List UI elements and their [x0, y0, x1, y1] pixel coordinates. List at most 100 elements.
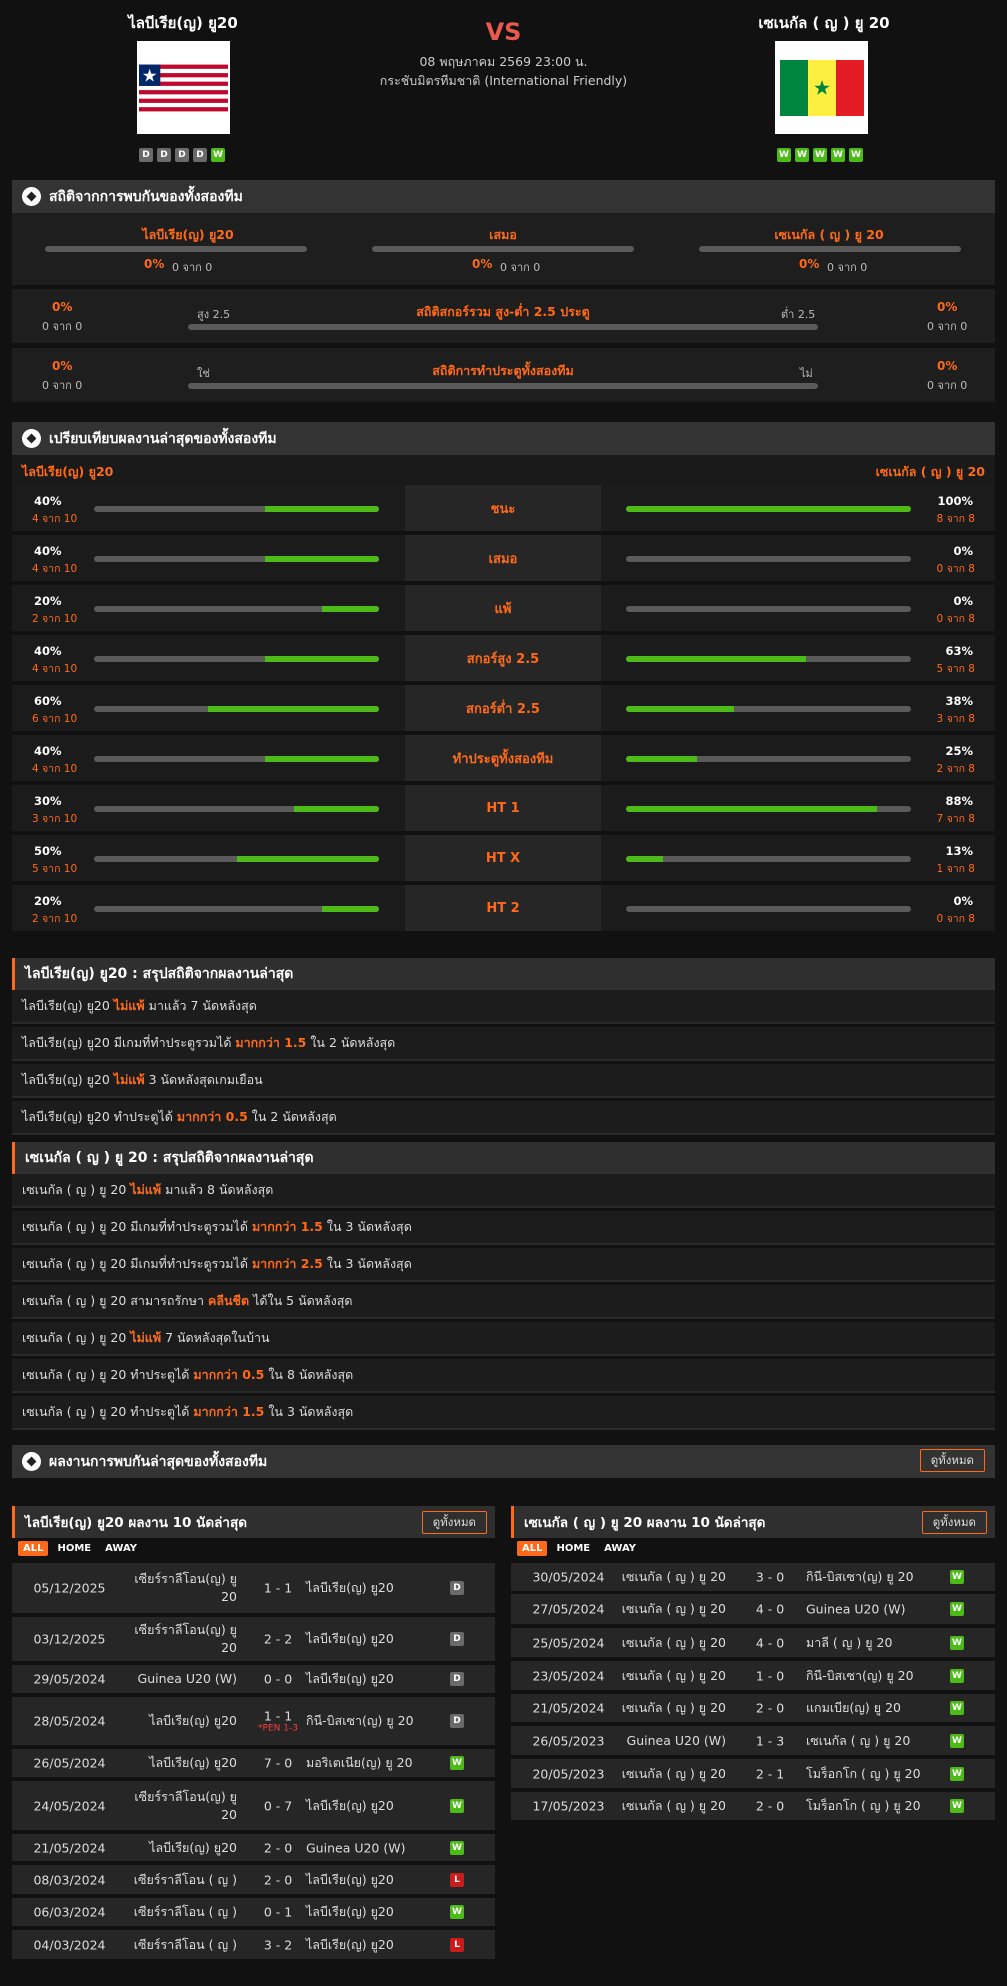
- away-stat-bar: [626, 656, 911, 662]
- match-home-team[interactable]: เซียร์ราลีโอน ( ญ ): [127, 1935, 237, 1953]
- form-badge: W: [831, 148, 845, 162]
- match-home-team[interactable]: Guinea U20 (W): [616, 1731, 726, 1749]
- stat-label: ชนะ: [405, 485, 601, 531]
- away-see-all-button[interactable]: ดูทั้งหมด: [921, 1511, 987, 1534]
- match-row[interactable]: 04/03/2024 เซียร์ราลีโอน ( ญ ) 3 - 2 ไลบีเร…: [12, 1930, 495, 1961]
- result-badge: W: [950, 1701, 964, 1715]
- match-away-team[interactable]: มาลี ( ญ ) ยู 20: [806, 1633, 892, 1653]
- match-away-team[interactable]: กินี-บิสเซา(ญ) ยู 20: [306, 1711, 414, 1731]
- match-home-team[interactable]: เซเนกัล ( ญ ) ยู 20: [616, 1666, 726, 1684]
- h2h-see-all-button[interactable]: ดูทั้งหมด: [919, 1449, 985, 1472]
- compare-home-team[interactable]: ไลบีเรีย(ญ) ยู20: [22, 462, 113, 482]
- away-stat-bar-fill: [626, 506, 911, 512]
- match-away-team[interactable]: โมร็อกโก ( ญ ) ยู 20: [806, 1796, 921, 1816]
- tab-home[interactable]: HOME: [551, 1541, 595, 1556]
- match-home-team[interactable]: เซียร์ราลีโอน ( ญ ): [127, 1870, 237, 1888]
- match-row[interactable]: 30/05/2024 เซเนกัล ( ญ ) ยู 20 3 - 0 กินี-บ…: [511, 1563, 995, 1593]
- home-stat-pct: 50%: [34, 844, 62, 858]
- match-away-team[interactable]: กินี-บิสเซา(ญ) ยู 20: [806, 1567, 914, 1587]
- match-away-team[interactable]: Guinea U20 (W): [306, 1840, 405, 1855]
- match-row[interactable]: 21/05/2024 ไลบีเรีย(ญ) ยู20 2 - 0 Guinea U2…: [12, 1834, 495, 1863]
- match-home-team[interactable]: Guinea U20 (W): [127, 1670, 237, 1688]
- match-home-team[interactable]: เซียร์ราลีโอน(ญ) ยู 20: [127, 1787, 237, 1823]
- match-row[interactable]: 27/05/2024 เซเนกัล ( ญ ) ยู 20 4 - 0 Guinea…: [511, 1594, 995, 1626]
- home-stat-bar: [94, 856, 379, 862]
- match-home-team[interactable]: ไลบีเรีย(ญ) ยู20: [127, 1712, 237, 1730]
- away-stat-count: 7 จาก 8: [936, 813, 975, 825]
- result-badge: W: [450, 1840, 464, 1855]
- summary-highlight: มากกว่า 2.5: [251, 1256, 323, 1271]
- away-form-badges: WWWWW: [777, 148, 863, 162]
- match-row[interactable]: 26/05/2024 ไลบีเรีย(ญ) ยู20 7 - 0 มอริเตเนี…: [12, 1749, 495, 1779]
- home-stat-bar-fill: [265, 656, 379, 662]
- compare-row: 60% 6 จาก 10 สกอร์ต่ำ 2.5 38% 3 จาก 8: [12, 685, 995, 733]
- match-away-team[interactable]: แกมเบีย(ญ) ยู 20: [806, 1698, 901, 1718]
- match-home-team[interactable]: เซเนกัล ( ญ ) ยู 20: [616, 1568, 726, 1586]
- stat-label: แพ้: [405, 585, 601, 631]
- match-away-team[interactable]: ไลบีเรีย(ญ) ยู20: [306, 1935, 394, 1955]
- match-away-team[interactable]: ไลบีเรีย(ญ) ยู20: [306, 1902, 394, 1922]
- match-home-team[interactable]: เซเนกัล ( ญ ) ยู 20: [616, 1600, 726, 1618]
- ou-title: สถิติสกอร์รวม สูง-ต่ำ 2.5 ประตู: [416, 304, 590, 319]
- match-away-team[interactable]: ไลบีเรีย(ญ) ยู20: [306, 1796, 394, 1816]
- summary-row: ไลบีเรีย(ญ) ยู20 มีเกมที่ทำประตูรวมได้ ม…: [12, 1027, 995, 1061]
- summary-row: ไลบีเรีย(ญ) ยู20 ทำประตูได้ มากกว่า 0.5 …: [12, 1101, 995, 1135]
- match-row[interactable]: 20/05/2023 เซเนกัล ( ญ ) ยู 20 2 - 1 โมร็อก…: [511, 1759, 995, 1790]
- result-badge: W: [950, 1570, 964, 1584]
- match-home-team[interactable]: ไลบีเรีย(ญ) ยู20: [127, 1754, 237, 1772]
- match-row[interactable]: 05/12/2025 เซียร์ราลีโอน(ญ) ยู 20 1 - 1 ไลบ…: [12, 1563, 495, 1615]
- match-row[interactable]: 26/05/2023 Guinea U20 (W) 1 - 3 เซเนกัล ( ญ…: [511, 1726, 995, 1757]
- match-row[interactable]: 17/05/2023 เซเนกัล ( ญ ) ยู 20 2 - 0 โมร็อก…: [511, 1792, 995, 1822]
- summary-row: ไลบีเรีย(ญ) ยู20 ไม่แพ้ 3 นัดหลังสุดเกมเ…: [12, 1064, 995, 1098]
- match-away-team[interactable]: กินี-บิสเซา(ญ) ยู 20: [806, 1666, 914, 1686]
- match-away-team[interactable]: ไลบีเรีย(ญ) ยู20: [306, 1629, 394, 1649]
- compare-away-team[interactable]: เซเนกัล ( ญ ) ยู 20: [876, 462, 985, 482]
- match-row[interactable]: 23/05/2024 เซเนกัล ( ญ ) ยู 20 1 - 0 กินี-บ…: [511, 1661, 995, 1692]
- stat-label: HT 1: [405, 785, 601, 831]
- home-summary-header: ไลบีเรีย(ญ) ยู20 : สรุปสถิติจากผลงานล่าส…: [12, 958, 995, 990]
- home-stat-bar: [94, 906, 379, 912]
- match-row[interactable]: 24/05/2024 เซียร์ราลีโอน(ญ) ยู 20 0 - 7 ไลบ…: [12, 1781, 495, 1832]
- match-away-team[interactable]: ไลบีเรีย(ญ) ยู20: [306, 1578, 394, 1598]
- match-row[interactable]: 25/05/2024 เซเนกัล ( ญ ) ยู 20 4 - 0 มาลี (…: [511, 1628, 995, 1659]
- tab-away[interactable]: AWAY: [100, 1541, 142, 1556]
- match-row[interactable]: 29/05/2024 Guinea U20 (W) 0 - 0 ไลบีเรีย(ญ)…: [12, 1665, 495, 1695]
- away-team-flag[interactable]: [775, 41, 868, 134]
- match-home-team[interactable]: ไลบีเรีย(ญ) ยู20: [127, 1838, 237, 1856]
- summary-text: มาแล้ว 8 นัดหลังสุด: [161, 1182, 274, 1197]
- match-home-team[interactable]: เซียร์ราลีโอน(ญ) ยู 20: [127, 1570, 237, 1606]
- match-away-team[interactable]: ไลบีเรีย(ญ) ยู20: [306, 1870, 394, 1890]
- h2h-over-under-panel: 0% 0 จาก 0 สูง 2.5 สถิติสกอร์รวม สูง-ต่ำ…: [12, 289, 995, 343]
- match-row[interactable]: 08/03/2024 เซียร์ราลีโอน ( ญ ) 2 - 0 ไลบีเร…: [12, 1865, 495, 1896]
- match-row[interactable]: 28/05/2024 ไลบีเรีย(ญ) ยู20 1 - 1 *PEN 1-3 ก…: [12, 1697, 495, 1747]
- match-score: 3 - 0: [736, 1570, 804, 1585]
- match-row[interactable]: 21/05/2024 เซเนกัล ( ญ ) ยู 20 2 - 0 แกมเบี…: [511, 1694, 995, 1724]
- tab-all[interactable]: ALL: [18, 1541, 49, 1556]
- tab-away[interactable]: AWAY: [599, 1541, 641, 1556]
- tab-home[interactable]: HOME: [52, 1541, 96, 1556]
- match-row[interactable]: 06/03/2024 เซียร์ราลีโอน ( ญ ) 0 - 1 ไลบีเร…: [12, 1898, 495, 1928]
- away-stat-bar: [626, 556, 911, 562]
- home-see-all-button[interactable]: ดูทั้งหมด: [421, 1511, 487, 1534]
- match-away-team[interactable]: ไลบีเรีย(ญ) ยู20: [306, 1669, 394, 1689]
- match-home-team[interactable]: เซียร์ราลีโอน ( ญ ): [127, 1903, 237, 1921]
- match-row[interactable]: 03/12/2025 เซียร์ราลีโอน(ญ) ยู 20 2 - 2 ไลบ…: [12, 1617, 495, 1663]
- section-title: ผลงานการพบกันล่าสุดของทั้งสองทีม: [49, 1453, 268, 1470]
- score-value: 2 - 2: [263, 1631, 293, 1647]
- match-home-team[interactable]: เซเนกัล ( ญ ) ยู 20: [616, 1633, 726, 1651]
- h2h-wdl-panel: ไลบีเรีย(ญ) ยู20 0% 0 จาก 0 เสมอ 0% 0 จา…: [12, 213, 995, 285]
- tab-all[interactable]: ALL: [517, 1541, 548, 1556]
- score-value: 1 - 1: [263, 1580, 293, 1596]
- match-away-team[interactable]: เซเนกัล ( ญ ) ยู 20: [806, 1731, 910, 1751]
- match-away-team[interactable]: โมร็อกโก ( ญ ) ยู 20: [806, 1764, 921, 1784]
- match-away-team[interactable]: มอริเตเนีย(ญ) ยู 20: [306, 1753, 413, 1773]
- match-home-team[interactable]: เซียร์ราลีโอน(ญ) ยู 20: [127, 1621, 237, 1657]
- summary-row: เซเนกัล ( ญ ) ยู 20 ทำประตูได้ มากกว่า 0…: [12, 1359, 995, 1393]
- compare-row: 40% 4 จาก 10 สกอร์สูง 2.5 63% 5 จาก 8: [12, 635, 995, 683]
- match-away-team[interactable]: Guinea U20 (W): [806, 1602, 905, 1617]
- match-home-team[interactable]: เซเนกัล ( ญ ) ยู 20: [616, 1699, 726, 1717]
- home-team-flag[interactable]: [137, 41, 230, 134]
- match-home-team[interactable]: เซเนกัล ( ญ ) ยู 20: [616, 1797, 726, 1815]
- match-home-team[interactable]: เซเนกัล ( ญ ) ยู 20: [616, 1764, 726, 1782]
- score-value: 2 - 1: [755, 1766, 785, 1781]
